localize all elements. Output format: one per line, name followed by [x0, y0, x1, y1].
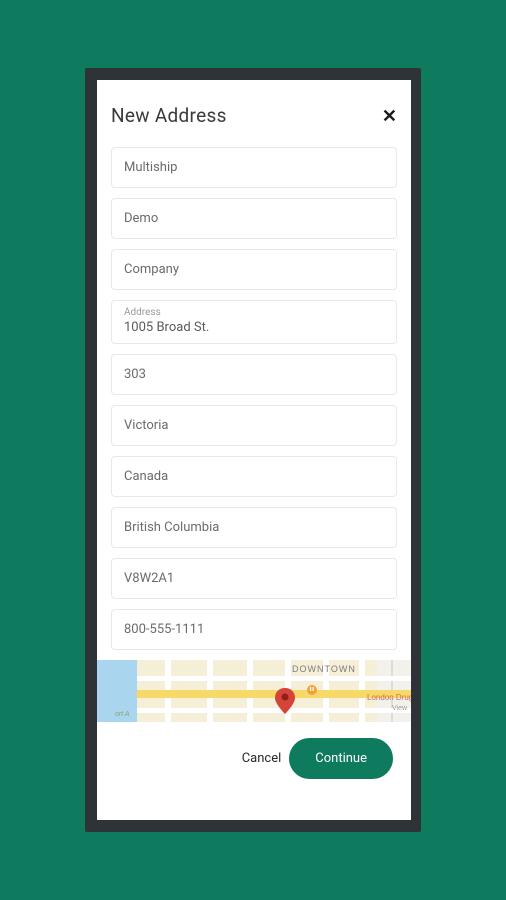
postal-field[interactable] [111, 558, 397, 599]
province-input[interactable] [124, 520, 384, 535]
phone-input[interactable] [124, 622, 384, 637]
postal-input[interactable] [124, 571, 384, 586]
first-name-input[interactable] [124, 160, 384, 175]
map-svg: DOWNTOWN London Drugs View ort A [97, 660, 411, 722]
cancel-button[interactable]: Cancel [240, 741, 284, 776]
map-preview[interactable]: DOWNTOWN London Drugs View ort A [97, 660, 411, 722]
city-field[interactable] [111, 405, 397, 446]
phone-field[interactable] [111, 609, 397, 650]
phone-frame: New Address ✕ Address 1005 Broad St. [85, 68, 421, 832]
last-name-field[interactable] [111, 198, 397, 239]
modal-body: New Address ✕ Address 1005 Broad St. [97, 80, 411, 660]
last-name-input[interactable] [124, 211, 384, 226]
city-input[interactable] [124, 418, 384, 433]
country-input[interactable] [124, 469, 384, 484]
modal-screen: New Address ✕ Address 1005 Broad St. [97, 80, 411, 820]
first-name-field[interactable] [111, 147, 397, 188]
address-field[interactable]: Address 1005 Broad St. [111, 300, 397, 344]
close-button[interactable]: ✕ [382, 107, 397, 125]
close-icon: ✕ [382, 106, 397, 126]
country-field[interactable] [111, 456, 397, 497]
address-label: Address [124, 307, 384, 318]
company-input[interactable] [124, 262, 384, 277]
map-area-label: DOWNTOWN [292, 664, 356, 674]
address2-input[interactable] [124, 367, 384, 382]
company-field[interactable] [111, 249, 397, 290]
modal-footer: Cancel Continue [97, 722, 411, 791]
address2-field[interactable] [111, 354, 397, 395]
map-port-label: ort A [115, 711, 130, 718]
poi-icon [307, 685, 317, 695]
modal-header: New Address ✕ [111, 104, 397, 127]
continue-button[interactable]: Continue [289, 738, 393, 779]
map-poi-london: London Drugs [367, 693, 411, 702]
address-value: 1005 Broad St. [124, 320, 209, 335]
modal-title: New Address [111, 104, 227, 127]
map-poi-view: View [392, 705, 408, 712]
province-field[interactable] [111, 507, 397, 548]
